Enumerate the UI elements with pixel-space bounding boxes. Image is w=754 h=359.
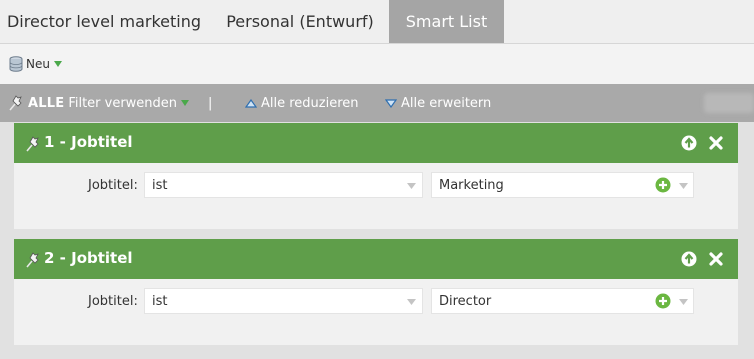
- chevron-down-icon: [407, 299, 416, 305]
- filter-card-header[interactable]: 1 - Jobtitel: [14, 123, 738, 163]
- triangle-down-icon: [385, 98, 397, 108]
- value-text: Marketing: [439, 178, 504, 193]
- filter-card: 2 - Jobtitel Jobtitel: ist Director: [14, 239, 738, 345]
- filter-title: 2 - Jobtitel: [44, 249, 133, 267]
- field-label: Jobtitel:: [88, 178, 138, 193]
- triangle-up-icon: [245, 98, 257, 108]
- operator-value: ist: [152, 178, 168, 193]
- database-icon: [9, 56, 23, 72]
- close-icon[interactable]: [708, 251, 724, 267]
- use-all-label: Filter verwenden: [68, 95, 178, 111]
- new-button-label: Neu: [26, 57, 50, 71]
- value-select[interactable]: Marketing: [431, 172, 694, 198]
- blurred-control: [704, 93, 754, 113]
- tab-smart-list[interactable]: Smart List: [389, 0, 504, 43]
- expand-all-button[interactable]: Alle erweitern: [385, 94, 491, 112]
- filter-card-header[interactable]: 2 - Jobtitel: [14, 239, 738, 279]
- move-up-icon[interactable]: [681, 251, 697, 267]
- value-text: Director: [439, 294, 492, 309]
- collapse-all-button[interactable]: Alle reduzieren: [245, 94, 359, 112]
- tab-personal-entwurf[interactable]: Personal (Entwurf): [210, 0, 390, 43]
- pin-icon: [9, 95, 22, 111]
- value-select[interactable]: Director: [431, 288, 694, 314]
- operator-select[interactable]: ist: [144, 288, 423, 314]
- pin-icon: [26, 252, 39, 268]
- filter-title: 1 - Jobtitel: [44, 133, 133, 151]
- collapse-all-label: Alle reduzieren: [261, 95, 359, 111]
- use-all-filters-dropdown[interactable]: ALLE Filter verwenden: [8, 94, 193, 112]
- use-all-bold-label: ALLE: [28, 95, 65, 111]
- tab-director-level-marketing[interactable]: Director level marketing: [0, 0, 208, 43]
- tab-bar: Director level marketing Personal (Entwu…: [0, 0, 754, 43]
- chevron-down-icon: [407, 183, 416, 189]
- add-value-icon[interactable]: [655, 177, 671, 193]
- close-icon[interactable]: [708, 135, 724, 151]
- chevron-down-icon: [181, 100, 190, 106]
- operator-value: ist: [152, 294, 168, 309]
- filter-bar: ALLE Filter verwenden | Alle reduzieren …: [0, 84, 754, 122]
- operator-select[interactable]: ist: [144, 172, 423, 198]
- add-value-icon[interactable]: [655, 293, 671, 309]
- chevron-down-icon: [679, 299, 688, 305]
- field-label: Jobtitel:: [88, 294, 138, 309]
- chevron-down-icon: [53, 61, 62, 67]
- filter-card: 1 - Jobtitel Jobtitel: ist Marketing: [14, 123, 738, 229]
- new-button[interactable]: Neu: [9, 55, 62, 73]
- toolbar: Neu: [0, 43, 754, 84]
- expand-all-label: Alle erweitern: [401, 95, 492, 111]
- move-up-icon[interactable]: [681, 135, 697, 151]
- pin-icon: [26, 136, 39, 152]
- toolbar-separator: |: [208, 95, 213, 111]
- chevron-down-icon: [679, 183, 688, 189]
